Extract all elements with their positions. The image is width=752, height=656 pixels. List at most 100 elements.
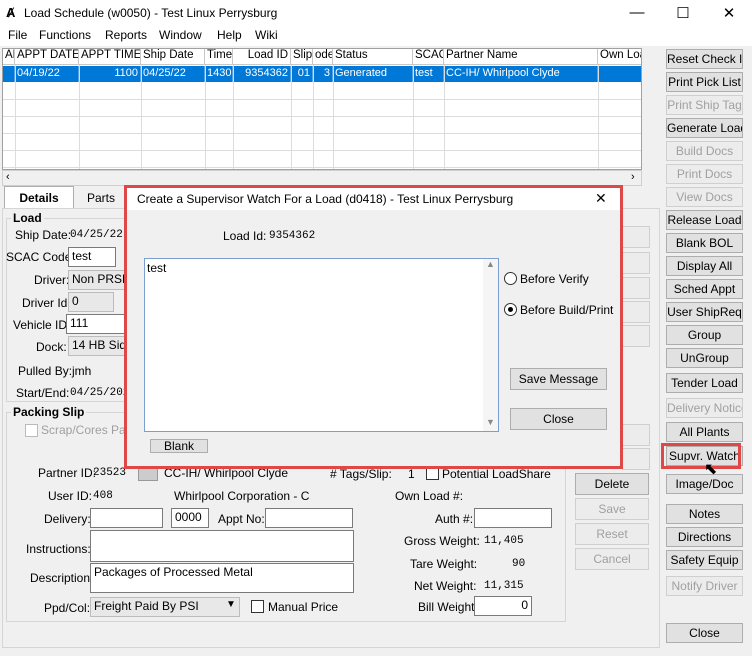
hidden-button-7[interactable] (622, 448, 650, 470)
table-cell[interactable]: 04/25/22 (141, 66, 205, 82)
release-load-button[interactable]: Release Load (666, 210, 743, 230)
tab-parts[interactable]: Parts (76, 189, 126, 207)
menu-help[interactable]: Help (217, 28, 242, 42)
appt-no-field[interactable] (265, 508, 353, 528)
notify-driver-button[interactable]: Notify Driver (666, 576, 743, 596)
auth-field[interactable] (474, 508, 552, 528)
bill-weight-field[interactable]: 0 (474, 596, 532, 616)
hidden-button-2[interactable] (622, 252, 650, 274)
col-load-id[interactable]: Load ID (233, 49, 291, 65)
menu-file[interactable]: File (8, 28, 27, 42)
cancel-button[interactable]: Cancel (575, 548, 649, 570)
vehicle-field[interactable]: 111 (66, 314, 126, 334)
table-cell[interactable]: test (413, 66, 444, 82)
close-icon[interactable]: ✕ (706, 4, 752, 22)
col-appt-time[interactable]: APPT TIME (79, 49, 141, 65)
col-code[interactable]: ode (313, 49, 333, 65)
reset-button[interactable]: Reset (575, 523, 649, 545)
description-field[interactable]: Packages of Processed Metal (90, 563, 354, 593)
table-cell[interactable]: CC-IH/ Whirlpool Clyde (444, 66, 598, 82)
driver-id-field[interactable]: 0 (68, 292, 114, 312)
ppd-col-select[interactable]: Freight Paid By PSI (90, 597, 240, 617)
table-cell[interactable]: 01 (291, 66, 313, 82)
scroll-left-icon[interactable]: ‹ (6, 171, 10, 183)
hidden-button-1[interactable] (622, 226, 650, 248)
col-appt-date[interactable]: APPT DATE (3, 49, 15, 65)
table-cell[interactable]: 1100 (79, 66, 141, 82)
pulled-by-value: jmh (72, 364, 92, 378)
menu-functions[interactable]: Functions (39, 28, 91, 42)
menu-window[interactable]: Window (159, 28, 202, 42)
close-button[interactable]: Close (666, 623, 743, 643)
all-plants-button[interactable]: All Plants (666, 422, 743, 442)
scroll-right-icon[interactable]: › (631, 171, 635, 183)
table-cell[interactable] (598, 66, 641, 82)
tab-details[interactable]: Details (4, 186, 74, 208)
scac-field[interactable]: test (68, 247, 116, 267)
minimize-icon[interactable]: — (614, 4, 660, 21)
notes-button[interactable]: Notes (666, 504, 743, 524)
horizontal-scrollbar[interactable]: ‹ › (2, 170, 642, 186)
col-scac[interactable]: SCAC (413, 49, 444, 65)
instructions-field[interactable] (90, 530, 354, 562)
message-textarea[interactable]: test ▲ ▼ (144, 258, 499, 432)
hidden-button-5[interactable] (622, 325, 650, 347)
print-pick-list-button[interactable]: Print Pick List (666, 72, 743, 92)
reset-check-in-button[interactable]: Reset Check In (666, 49, 743, 69)
hidden-button-6[interactable] (622, 424, 650, 446)
group-button[interactable]: Group (666, 325, 743, 345)
table-cell[interactable]: 04/19/22 (15, 66, 79, 82)
table-cell[interactable]: 3 (313, 66, 333, 82)
before-build-radio[interactable] (504, 303, 517, 316)
before-verify-radio[interactable] (504, 272, 517, 285)
delivery-time-field[interactable]: 0000 (171, 508, 209, 528)
table-cell[interactable]: 9354362 (233, 66, 291, 82)
maximize-icon[interactable]: ☐ (660, 4, 706, 22)
tender-load-button[interactable]: Tender Load (666, 373, 743, 393)
hidden-button-4[interactable] (622, 301, 650, 323)
dock-select[interactable]: 14 HB Side L (68, 336, 126, 356)
print-docs-button[interactable]: Print Docs (666, 164, 743, 184)
ungroup-button[interactable]: UnGroup (666, 348, 743, 368)
textarea-scrollbar[interactable]: ▲ ▼ (483, 259, 498, 431)
delivery-field[interactable] (90, 508, 163, 528)
display-all-button[interactable]: Display All (666, 256, 743, 276)
scrap-cores-checkbox[interactable] (25, 424, 38, 437)
save-button[interactable]: Save (575, 498, 649, 520)
partner-id-label: Partner ID: (38, 466, 97, 480)
sched-appt-button[interactable]: Sched Appt (666, 279, 743, 299)
col-status[interactable]: Status (333, 49, 413, 65)
dialog-close-icon[interactable]: ✕ (595, 190, 607, 207)
view-docs-button[interactable]: View Docs (666, 187, 743, 207)
chevron-down-icon[interactable]: ▼ (226, 599, 236, 610)
scroll-up-icon[interactable]: ▲ (486, 259, 495, 269)
print-ship-tag-button[interactable]: Print Ship Tag (666, 95, 743, 115)
generate-load-button[interactable]: Generate Load (666, 118, 743, 138)
col-ship-date[interactable]: Ship Date (141, 49, 205, 65)
save-message-button[interactable]: Save Message (510, 368, 607, 390)
col-slip[interactable]: Slip (291, 49, 313, 65)
load-grid[interactable]: APPT DATE APPT DATE APPT TIME Ship Date … (2, 48, 642, 170)
menu-wiki[interactable]: Wiki (255, 28, 278, 42)
table-cell[interactable]: 1430 (205, 66, 233, 82)
menu-reports[interactable]: Reports (105, 28, 147, 42)
col-time[interactable]: Time (205, 49, 233, 65)
build-docs-button[interactable]: Build Docs (666, 141, 743, 161)
blank-bol-button[interactable]: Blank BOL (666, 233, 743, 253)
col-own-load[interactable]: Own Loa (598, 49, 641, 65)
table-cell[interactable] (3, 66, 15, 82)
col-partner-name[interactable]: Partner Name (444, 49, 598, 65)
directions-button[interactable]: Directions (666, 527, 743, 547)
delete-button[interactable]: Delete (575, 473, 649, 495)
user-shipreq-button[interactable]: User ShipReq (666, 302, 743, 322)
hidden-button-3[interactable] (622, 277, 650, 299)
table-cell[interactable]: Generated (333, 66, 413, 82)
col-appt-date[interactable]: APPT DATE (15, 49, 79, 65)
safety-equip-button[interactable]: Safety Equip (666, 550, 743, 570)
blank-button[interactable]: Blank (150, 439, 208, 453)
dialog-close-button[interactable]: Close (510, 408, 607, 430)
driver-select[interactable]: Non PRSP (68, 270, 126, 290)
delivery-notice-button[interactable]: Delivery Notice (666, 398, 743, 418)
manual-price-checkbox[interactable] (251, 600, 264, 613)
scroll-down-icon[interactable]: ▼ (486, 417, 495, 427)
